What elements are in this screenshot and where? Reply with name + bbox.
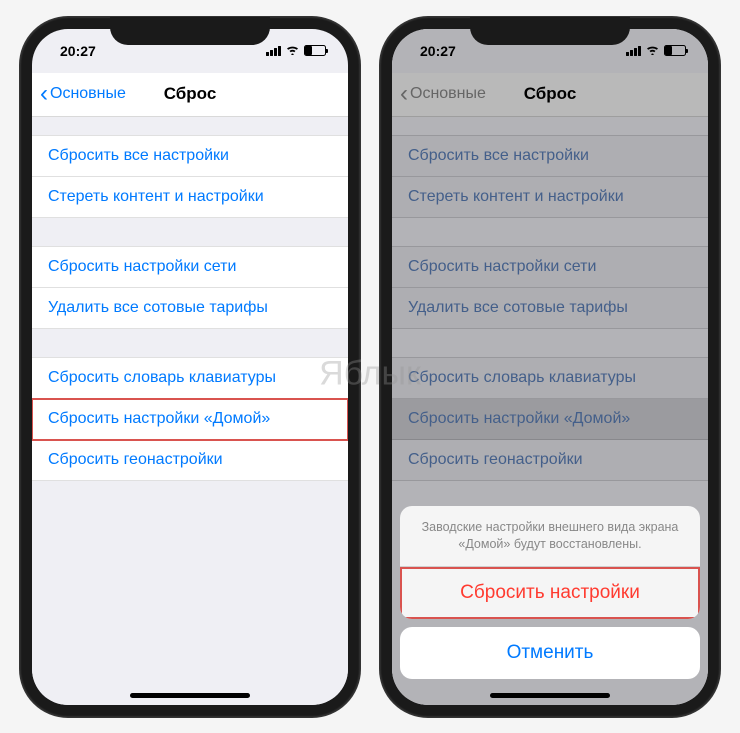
nav-bar: ‹ Основные Сброс — [392, 73, 708, 117]
battery-icon — [304, 45, 326, 56]
reset-network-settings: Сбросить настройки сети — [392, 246, 708, 288]
phone-right: 20:27 ‹ Основные Сброс Сбросить все наст… — [380, 17, 720, 717]
chevron-left-icon: ‹ — [400, 82, 408, 106]
nav-back-label: Основные — [50, 85, 126, 103]
chevron-left-icon: ‹ — [40, 82, 48, 106]
nav-back-button[interactable]: ‹ Основные — [40, 82, 126, 106]
wifi-icon — [645, 43, 660, 58]
reset-location-settings: Сбросить геонастройки — [392, 440, 708, 481]
action-sheet: Заводские настройки внешнего вида экрана… — [400, 506, 700, 697]
delete-cellular-plans[interactable]: Удалить все сотовые тарифы — [32, 288, 348, 329]
home-indicator — [490, 693, 610, 698]
reset-location-settings[interactable]: Сбросить геонастройки — [32, 440, 348, 481]
signal-icon — [626, 46, 641, 56]
reset-home-layout[interactable]: Сбросить настройки «Домой» — [32, 399, 348, 440]
reset-keyboard-dictionary: Сбросить словарь клавиатуры — [392, 357, 708, 399]
confirm-reset-button[interactable]: Сбросить настройки — [400, 567, 700, 619]
nav-back-button: ‹ Основные — [400, 82, 486, 106]
erase-content-settings[interactable]: Стереть контент и настройки — [32, 177, 348, 218]
nav-back-label: Основные — [410, 85, 486, 103]
reset-all-settings: Сбросить все настройки — [392, 135, 708, 177]
battery-icon — [664, 45, 686, 56]
signal-icon — [266, 46, 281, 56]
nav-title: Сброс — [164, 84, 217, 104]
reset-home-layout: Сбросить настройки «Домой» — [392, 399, 708, 440]
cancel-button[interactable]: Отменить — [400, 627, 700, 679]
erase-content-settings: Стереть контент и настройки — [392, 177, 708, 218]
action-sheet-message: Заводские настройки внешнего вида экрана… — [400, 506, 700, 567]
reset-network-settings[interactable]: Сбросить настройки сети — [32, 246, 348, 288]
nav-bar: ‹ Основные Сброс — [32, 73, 348, 117]
status-time: 20:27 — [60, 43, 96, 59]
nav-title: Сброс — [524, 84, 577, 104]
notch — [110, 17, 270, 45]
delete-cellular-plans: Удалить все сотовые тарифы — [392, 288, 708, 329]
phone-left: 20:27 ‹ Основные Сброс Сбросить все наст… — [20, 17, 360, 717]
status-time: 20:27 — [420, 43, 456, 59]
notch — [470, 17, 630, 45]
wifi-icon — [285, 43, 300, 58]
home-indicator — [130, 693, 250, 698]
reset-keyboard-dictionary[interactable]: Сбросить словарь клавиатуры — [32, 357, 348, 399]
reset-all-settings[interactable]: Сбросить все настройки — [32, 135, 348, 177]
